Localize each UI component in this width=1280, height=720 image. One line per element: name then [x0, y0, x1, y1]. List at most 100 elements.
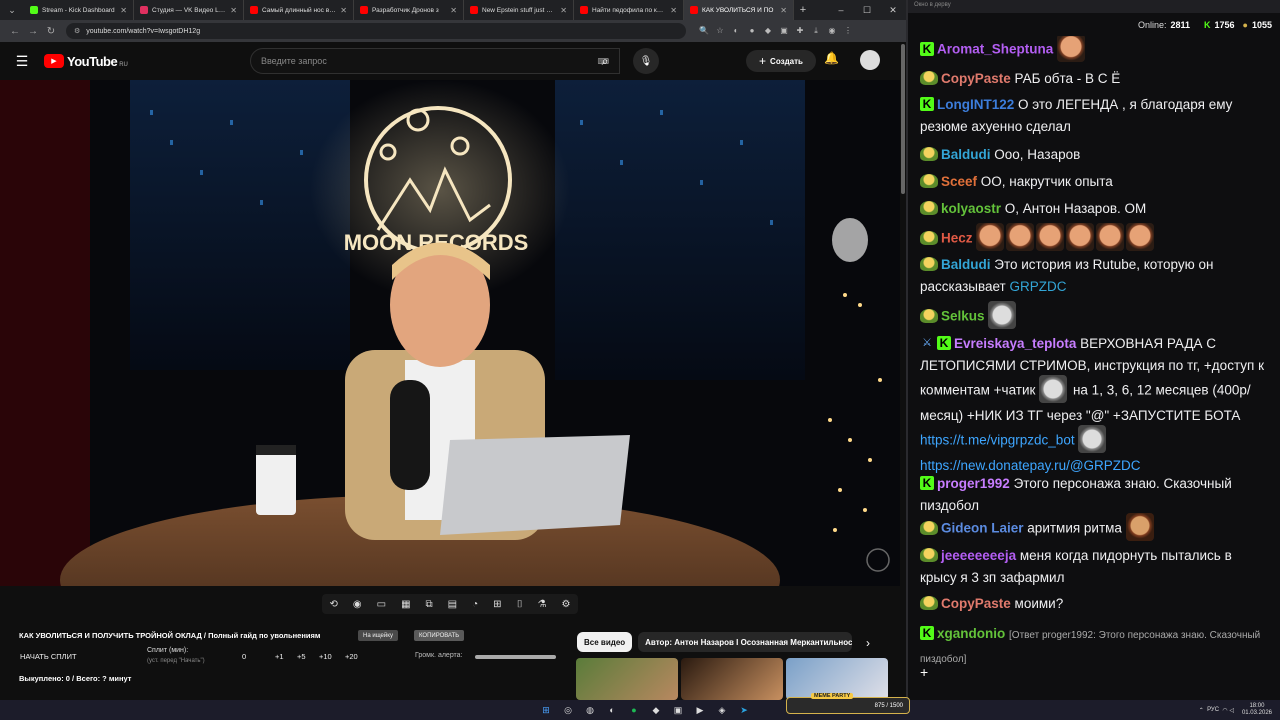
start-split-button[interactable]: НАЧАТЬ СПЛИТ [20, 652, 77, 661]
screenshot-icon[interactable]: ⌷ [517, 599, 523, 610]
browser-tab[interactable]: Разработчик Дронов з ✕ [354, 0, 464, 20]
app-icon[interactable]: ▶ [689, 705, 711, 716]
close-tab-icon[interactable]: ✕ [780, 6, 787, 15]
close-window-icon[interactable]: ✕ [880, 0, 906, 20]
volume-icon[interactable]: ◁ [1229, 707, 1234, 714]
chat-username[interactable]: Baldudi [941, 257, 991, 272]
spotify-icon[interactable]: ● [623, 705, 645, 715]
related-thumbnail[interactable] [576, 658, 678, 700]
cast-icon[interactable]: ▭ [377, 599, 386, 610]
close-tab-icon[interactable]: ✕ [670, 6, 677, 15]
app-icon[interactable]: ◆ [645, 705, 667, 716]
download-icon[interactable]: ⤓ [808, 26, 824, 36]
forward-icon[interactable]: → [24, 26, 42, 37]
start-icon[interactable]: ⊞ [535, 705, 557, 716]
add-10-button[interactable]: +10 [319, 652, 332, 661]
puzzle-icon[interactable]: ✚ [792, 26, 808, 36]
chat-username[interactable]: Hecz [941, 231, 973, 246]
discord-icon[interactable]: ◍ [579, 705, 601, 716]
chevron-up-icon[interactable]: ⌃ [1199, 707, 1204, 714]
zoom-icon[interactable]: 🔍 [696, 26, 712, 36]
chat-username[interactable]: Sceef [941, 174, 977, 189]
steam-icon[interactable]: ◐ [601, 705, 623, 715]
reload-icon[interactable]: ↻ [42, 26, 60, 37]
browser-tab[interactable]: Stream - Kick Dashboard ✕ [24, 0, 134, 20]
minimize-icon[interactable]: – [828, 0, 854, 20]
tag-button[interactable]: На ищейку [358, 630, 398, 641]
related-thumbnail[interactable] [681, 658, 783, 700]
chat-username[interactable]: proger1992 [937, 476, 1010, 491]
url-field[interactable]: ⚙ youtube.com/watch?v=IwsgotDH12g [66, 23, 686, 39]
maximize-icon[interactable]: ☐ [854, 0, 880, 20]
chevron-right-icon[interactable]: › [866, 636, 870, 650]
chat-username[interactable]: Evreiskaya_teplota [954, 336, 1076, 351]
site-info-icon[interactable]: ⚙ [74, 27, 80, 35]
create-button[interactable]: + Создать [746, 50, 816, 72]
chat-link[interactable]: https://new.donatepay.ru/@GRPZDC [920, 458, 1141, 473]
bookmark-star-icon[interactable]: ☆ [712, 26, 728, 36]
settings-icon[interactable]: ⚙ [562, 599, 571, 610]
close-tab-icon[interactable]: ✕ [560, 6, 567, 15]
wifi-icon[interactable]: ◠ [1222, 707, 1227, 714]
back-icon[interactable]: ← [6, 26, 24, 37]
extension-icon[interactable]: ◐ [728, 26, 744, 36]
video-player[interactable]: MOON RECORDS [0, 80, 900, 586]
chat-username[interactable]: LongINT122 [937, 97, 1014, 112]
flask-icon[interactable]: ⚗ [538, 599, 547, 610]
bell-icon[interactable]: 🔔 [824, 51, 839, 65]
chip-author[interactable]: Автор: Антон Назаров I Осознанная Меркан… [638, 632, 853, 652]
extension-icon[interactable]: ◆ [760, 26, 776, 36]
menu-dots-icon[interactable]: ⋮ [840, 26, 856, 36]
browser-tab[interactable]: Самый длинный нос в ист ✕ [244, 0, 354, 20]
new-tab-button[interactable]: + [794, 4, 812, 16]
close-tab-icon[interactable]: ✕ [450, 6, 457, 15]
calendar-icon[interactable]: ▦ [401, 599, 410, 610]
chat-username[interactable]: xgandonio [937, 626, 1005, 641]
scrollbar-thumb[interactable] [901, 44, 905, 194]
loop-icon[interactable]: ⟲ [330, 599, 338, 610]
chat-link[interactable]: https://t.me/vipgrpzdc_bot [920, 433, 1075, 448]
pip-icon[interactable]: ⧉ [426, 599, 433, 610]
browser-tab[interactable]: Найти педофила по кирп ✕ [574, 0, 684, 20]
close-tab-icon[interactable]: ✕ [120, 6, 127, 15]
browser-tab[interactable]: New Epstein stuff just dropp ✕ [464, 0, 574, 20]
chat-username[interactable]: Baldudi [941, 147, 991, 162]
add-box-icon[interactable]: ⊞ [493, 599, 501, 610]
chat-username[interactable]: jeeeeeeeeja [941, 548, 1016, 563]
voice-search-button[interactable]: 🎙 [633, 48, 659, 74]
extension-icon[interactable]: ● [744, 26, 760, 36]
add-1-button[interactable]: +1 [275, 652, 284, 661]
tab-search-icon[interactable]: ⌄ [0, 0, 24, 20]
extension-icon[interactable]: ▣ [776, 26, 792, 36]
search-input[interactable]: Введите запрос ⌨ [250, 48, 620, 74]
copy-button[interactable]: КОПИРОВАТЬ [414, 630, 465, 641]
chat-username[interactable]: CopyPaste [941, 71, 1011, 86]
avatar[interactable] [860, 50, 880, 70]
alert-volume-slider[interactable] [475, 655, 556, 659]
search-button[interactable]: ⌕ [588, 48, 622, 74]
chat-username[interactable]: Aromat_Sheptuna [937, 42, 1053, 57]
film-icon[interactable]: ▤ [448, 599, 457, 610]
chat-username[interactable]: CopyPaste [941, 596, 1011, 611]
browser-tab[interactable]: КАК УВОЛИТЬСЯ И ПО ✕ [684, 0, 794, 20]
app-icon[interactable]: ▣ [667, 705, 689, 716]
youtube-logo[interactable]: ▶ YouTube RU [44, 54, 128, 69]
app-icon[interactable]: ◈ [711, 705, 733, 716]
menu-icon[interactable]: ☰ [0, 53, 44, 70]
telegram-icon[interactable]: ➤ [733, 705, 755, 716]
close-tab-icon[interactable]: ✕ [230, 6, 237, 15]
chat-username[interactable]: kolyaostr [941, 201, 1001, 216]
add-5-button[interactable]: +5 [297, 652, 306, 661]
browser-tab[interactable]: Студия — VK Видео Live ✕ [134, 0, 244, 20]
speed-icon[interactable]: ◔ [472, 599, 478, 610]
add-20-button[interactable]: +20 [345, 652, 358, 661]
chat-add-button[interactable]: + [920, 664, 928, 680]
chrome-icon[interactable]: ◎ [557, 705, 579, 716]
chip-all[interactable]: Все видео [577, 632, 633, 652]
chat-username[interactable]: Selkus [941, 309, 985, 324]
clock[interactable]: 18:00 01.03.2026 [1242, 703, 1272, 717]
language-indicator[interactable]: РУС [1207, 707, 1219, 713]
profile-icon[interactable]: ◉ [824, 26, 840, 36]
close-tab-icon[interactable]: ✕ [340, 6, 347, 15]
chat-username[interactable]: Gideon Laier [941, 521, 1024, 536]
